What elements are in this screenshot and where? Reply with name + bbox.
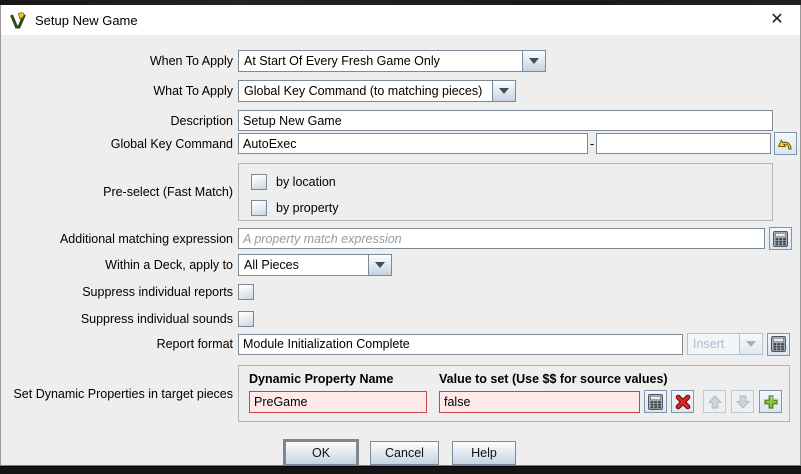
by-property-row: by property xyxy=(251,196,772,219)
within-deck-label: Within a Deck, apply to xyxy=(1,258,238,272)
insert-value: Insert xyxy=(688,334,739,354)
chevron-down-icon xyxy=(746,341,756,347)
calculator-icon xyxy=(773,231,788,247)
when-to-apply-value: At Start Of Every Fresh Game Only xyxy=(239,51,522,71)
calculator-icon xyxy=(771,336,786,352)
row-dynamic-properties: Set Dynamic Properties in target pieces … xyxy=(1,365,800,422)
close-icon: ✕ xyxy=(770,12,783,28)
insert-select[interactable]: Insert xyxy=(687,333,763,355)
what-to-apply-label: What To Apply xyxy=(1,84,238,98)
row-global-key-command: Global Key Command - xyxy=(1,133,800,154)
named-key-input[interactable] xyxy=(596,133,771,154)
by-property-label: by property xyxy=(276,201,339,215)
what-to-apply-dropdown-button[interactable] xyxy=(492,81,515,101)
row-suppress-sounds: Suppress individual sounds xyxy=(1,310,800,327)
add-row-button[interactable] xyxy=(759,390,782,413)
by-location-label: by location xyxy=(276,175,336,189)
row-suppress-reports: Suppress individual reports xyxy=(1,283,800,300)
dialog-title: Setup New Game xyxy=(35,13,138,28)
key-command-picker-button[interactable] xyxy=(774,132,797,155)
report-format-label: Report format xyxy=(1,337,238,351)
row-within-deck: Within a Deck, apply to All Pieces xyxy=(1,254,800,276)
matching-expression-label: Additional matching expression xyxy=(1,232,238,246)
calculator-icon xyxy=(648,394,663,410)
matching-expression-input[interactable] xyxy=(238,228,765,249)
suppress-reports-checkbox[interactable] xyxy=(238,284,254,300)
setup-new-game-dialog: Setup New Game ✕ When To Apply At Start … xyxy=(0,5,801,466)
global-key-command-input[interactable] xyxy=(238,133,588,154)
plus-icon xyxy=(763,394,779,410)
dynamic-properties-panel: Dynamic Property Name Value to set (Use … xyxy=(238,365,790,422)
global-key-command-label: Global Key Command xyxy=(1,137,238,151)
by-property-checkbox[interactable] xyxy=(251,200,267,216)
row-description: Description xyxy=(1,110,800,131)
arrow-down-icon xyxy=(735,394,751,410)
background-window-bottom xyxy=(0,466,801,474)
delete-row-button[interactable] xyxy=(671,390,694,413)
row-report-format: Report format Insert xyxy=(1,333,800,355)
dynamic-properties-header: Dynamic Property Name Value to set (Use … xyxy=(249,371,789,387)
help-button[interactable]: Help xyxy=(452,441,516,465)
suppress-sounds-checkbox[interactable] xyxy=(238,311,254,327)
report-format-builder-button[interactable] xyxy=(767,333,790,356)
close-button[interactable]: ✕ xyxy=(754,5,800,35)
delete-x-icon xyxy=(675,394,691,410)
arrow-up-icon xyxy=(707,394,723,410)
titlebar: Setup New Game ✕ xyxy=(1,5,800,35)
description-label: Description xyxy=(1,114,238,128)
property-name-header: Dynamic Property Name xyxy=(249,372,439,386)
vassal-logo-icon xyxy=(10,12,27,29)
property-value-input[interactable] xyxy=(439,391,640,413)
row-pre-select: Pre-select (Fast Match) by location by p… xyxy=(1,163,800,221)
chevron-down-icon xyxy=(529,58,539,64)
pre-select-panel: by location by property xyxy=(238,163,773,221)
insert-dropdown-button[interactable] xyxy=(739,334,762,354)
key-command-separator: - xyxy=(590,137,594,151)
cancel-button[interactable]: Cancel xyxy=(370,441,439,465)
screen: Setup New Game ✕ When To Apply At Start … xyxy=(0,0,801,474)
within-deck-dropdown-button[interactable] xyxy=(368,255,391,275)
report-format-input[interactable] xyxy=(238,334,683,355)
row-when-to-apply: When To Apply At Start Of Every Fresh Ga… xyxy=(1,50,800,72)
ok-button[interactable]: OK xyxy=(285,441,357,465)
suppress-reports-label: Suppress individual reports xyxy=(1,285,238,299)
what-to-apply-select[interactable]: Global Key Command (to matching pieces) xyxy=(238,80,516,102)
when-to-apply-label: When To Apply xyxy=(1,54,238,68)
move-down-button[interactable] xyxy=(731,390,754,413)
value-builder-button[interactable] xyxy=(644,390,667,413)
when-to-apply-select[interactable]: At Start Of Every Fresh Game Only xyxy=(238,50,546,72)
chevron-down-icon xyxy=(499,88,509,94)
value-to-set-header: Value to set (Use $$ for source values) xyxy=(439,372,668,386)
by-location-row: by location xyxy=(251,170,772,193)
dynamic-properties-label: Set Dynamic Properties in target pieces xyxy=(1,387,238,401)
description-input[interactable] xyxy=(238,110,773,131)
form: When To Apply At Start Of Every Fresh Ga… xyxy=(1,35,800,465)
when-to-apply-dropdown-button[interactable] xyxy=(522,51,545,71)
row-matching-expression: Additional matching expression xyxy=(1,227,800,250)
expression-builder-button[interactable] xyxy=(769,227,792,250)
pre-select-label: Pre-select (Fast Match) xyxy=(1,185,238,199)
dialog-button-bar: OK Cancel Help xyxy=(1,441,800,465)
by-location-checkbox[interactable] xyxy=(251,174,267,190)
move-up-button[interactable] xyxy=(703,390,726,413)
undo-arrow-icon xyxy=(777,136,794,152)
row-what-to-apply: What To Apply Global Key Command (to mat… xyxy=(1,80,800,102)
within-deck-select[interactable]: All Pieces xyxy=(238,254,392,276)
chevron-down-icon xyxy=(375,262,385,268)
within-deck-value: All Pieces xyxy=(239,255,368,275)
suppress-sounds-label: Suppress individual sounds xyxy=(1,312,238,326)
property-name-input[interactable] xyxy=(249,391,427,413)
dynamic-property-row xyxy=(249,390,789,413)
what-to-apply-value: Global Key Command (to matching pieces) xyxy=(239,81,492,101)
